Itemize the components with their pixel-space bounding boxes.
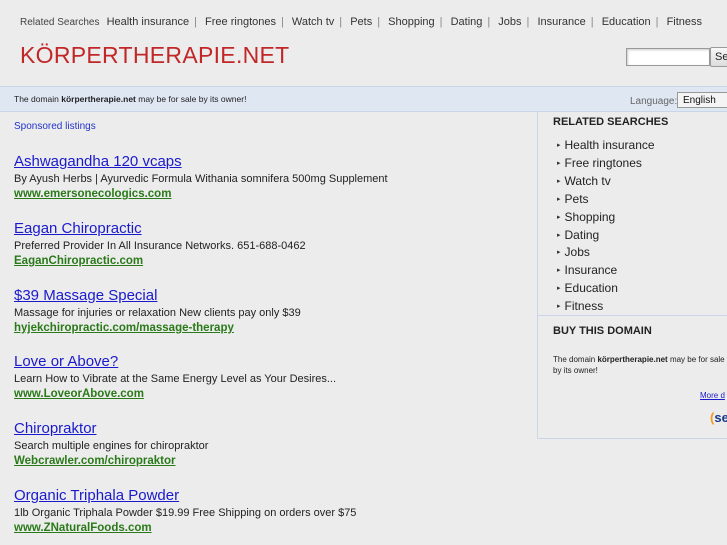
listing-url[interactable]: hyjekchiropractic.com/massage-therapy <box>14 321 534 335</box>
bullet-icon: ▸ <box>557 249 561 257</box>
listing-title[interactable]: Chiropraktor <box>14 420 534 438</box>
topbar-link-dating[interactable]: Dating <box>451 16 483 28</box>
buy-domain-text: The domain körpertherapie.net may be for… <box>553 355 725 375</box>
listing-url[interactable]: EaganChiropractic.com <box>14 254 534 268</box>
related-search-item[interactable]: ▸ Shopping <box>557 209 655 227</box>
listing-description: Search multiple engines for chiropraktor <box>14 440 209 452</box>
related-search-item[interactable]: ▸ Watch tv <box>557 173 655 191</box>
sale-message: The domain körpertherapie.net may be for… <box>14 94 247 104</box>
topbar-link-shopping[interactable]: Shopping <box>388 16 435 28</box>
topbar-link-watch-tv[interactable]: Watch tv <box>292 16 334 28</box>
topbar-link-health-insurance[interactable]: Health insurance <box>107 16 190 28</box>
listing-item: Love or Above? Learn How to Vibrate at t… <box>14 353 534 401</box>
sidebar: RELATED SEARCHES ▸ Health insurance ▸ Free… <box>537 112 727 439</box>
listing-description: Learn How to Vibrate at the Same Energy … <box>14 373 337 385</box>
listing-url[interactable]: www.ZNaturalFoods.com <box>14 521 534 535</box>
listing-item: $39 Massage Special Massage for injuries… <box>14 287 534 335</box>
site-title[interactable]: KÖRPERTHERAPIE.NET <box>20 42 290 69</box>
bullet-icon: ▸ <box>557 213 561 221</box>
related-search-item[interactable]: ▸ Pets <box>557 191 655 209</box>
domain-sale-bar: The domain körpertherapie.net may be for… <box>0 86 727 112</box>
listing-url[interactable]: Webcrawler.com/chiropraktor <box>14 454 534 468</box>
related-search-item[interactable]: ▸ Dating <box>557 227 655 245</box>
sidebar-divider <box>538 315 727 316</box>
sedo-logo[interactable]: (se <box>710 410 727 425</box>
language-label: Language: <box>630 96 678 107</box>
sale-domain-name: körpertherapie.net <box>61 94 136 104</box>
related-searches-list: ▸ Health insurance ▸ Free ringtones ▸ Watch… <box>557 137 655 316</box>
topbar-link-jobs[interactable]: Jobs <box>498 16 521 28</box>
listing-title[interactable]: Ashwagandha 120 vcaps <box>14 153 534 171</box>
listing-item: Eagan Chiropractic Preferred Provider In… <box>14 220 534 268</box>
listing-description: By Ayush Herbs | Ayurvedic Formula Witha… <box>14 173 388 185</box>
search-button[interactable]: Se <box>710 47 727 67</box>
listing-title[interactable]: $39 Massage Special <box>14 287 534 305</box>
bullet-icon: ▸ <box>557 142 561 149</box>
topbar-link-pets[interactable]: Pets <box>350 16 372 28</box>
related-searches-topbar: Related Searches Health insurance | Free … <box>20 16 703 28</box>
listing-item: Ashwagandha 120 vcaps By Ayush Herbs | A… <box>14 153 534 201</box>
topbar-link-fitness[interactable]: Fitness <box>667 16 702 28</box>
topbar-link-free-ringtones[interactable]: Free ringtones <box>205 16 276 28</box>
buy-domain-heading: BUY THIS DOMAIN <box>553 325 652 337</box>
buy-domain-name: körpertherapie.net <box>597 355 668 364</box>
related-search-item[interactable]: ▸ Free ringtones <box>557 155 655 173</box>
related-search-item[interactable]: ▸ Insurance <box>557 262 655 280</box>
listing-url[interactable]: www.LoveorAbove.com <box>14 387 534 401</box>
sponsored-listings-label: Sponsored listings <box>14 121 96 132</box>
listing-title[interactable]: Eagan Chiropractic <box>14 220 534 238</box>
listing-description: Massage for injuries or relaxation New c… <box>14 307 301 319</box>
bullet-icon: ▸ <box>557 285 561 293</box>
listing-url[interactable]: www.emersonecologics.com <box>14 187 534 201</box>
bullet-icon: ▸ <box>557 303 561 311</box>
bullet-icon: ▸ <box>557 159 561 167</box>
listing-description: 1lb Organic Triphala Powder $19.99 Free … <box>14 507 357 519</box>
related-searches-heading: RELATED SEARCHES <box>553 116 669 128</box>
topbar-link-education[interactable]: Education <box>602 16 651 28</box>
listing-title[interactable]: Organic Triphala Powder <box>14 487 534 505</box>
bullet-icon: ▸ <box>557 177 561 185</box>
bullet-icon: ▸ <box>557 267 561 275</box>
related-search-item[interactable]: ▸ Jobs <box>557 244 655 262</box>
bullet-icon: ▸ <box>557 195 561 203</box>
related-search-item[interactable]: ▸ Health insurance <box>557 137 655 155</box>
language-select[interactable]: English <box>677 92 727 108</box>
listing-item: Chiropraktor Search multiple engines for… <box>14 420 534 468</box>
listing-item: Organic Triphala Powder 1lb Organic Trip… <box>14 487 534 535</box>
related-search-item[interactable]: ▸ Fitness <box>557 298 655 316</box>
topbar-link-insurance[interactable]: Insurance <box>537 16 585 28</box>
topbar-lead-label: Related Searches <box>20 17 100 28</box>
search-input[interactable] <box>626 48 710 66</box>
listing-description: Preferred Provider In All Insurance Netw… <box>14 240 306 252</box>
listing-title[interactable]: Love or Above? <box>14 353 534 371</box>
bullet-icon: ▸ <box>557 231 561 239</box>
related-search-item[interactable]: ▸ Education <box>557 280 655 298</box>
more-details-link[interactable]: More d <box>700 391 725 400</box>
